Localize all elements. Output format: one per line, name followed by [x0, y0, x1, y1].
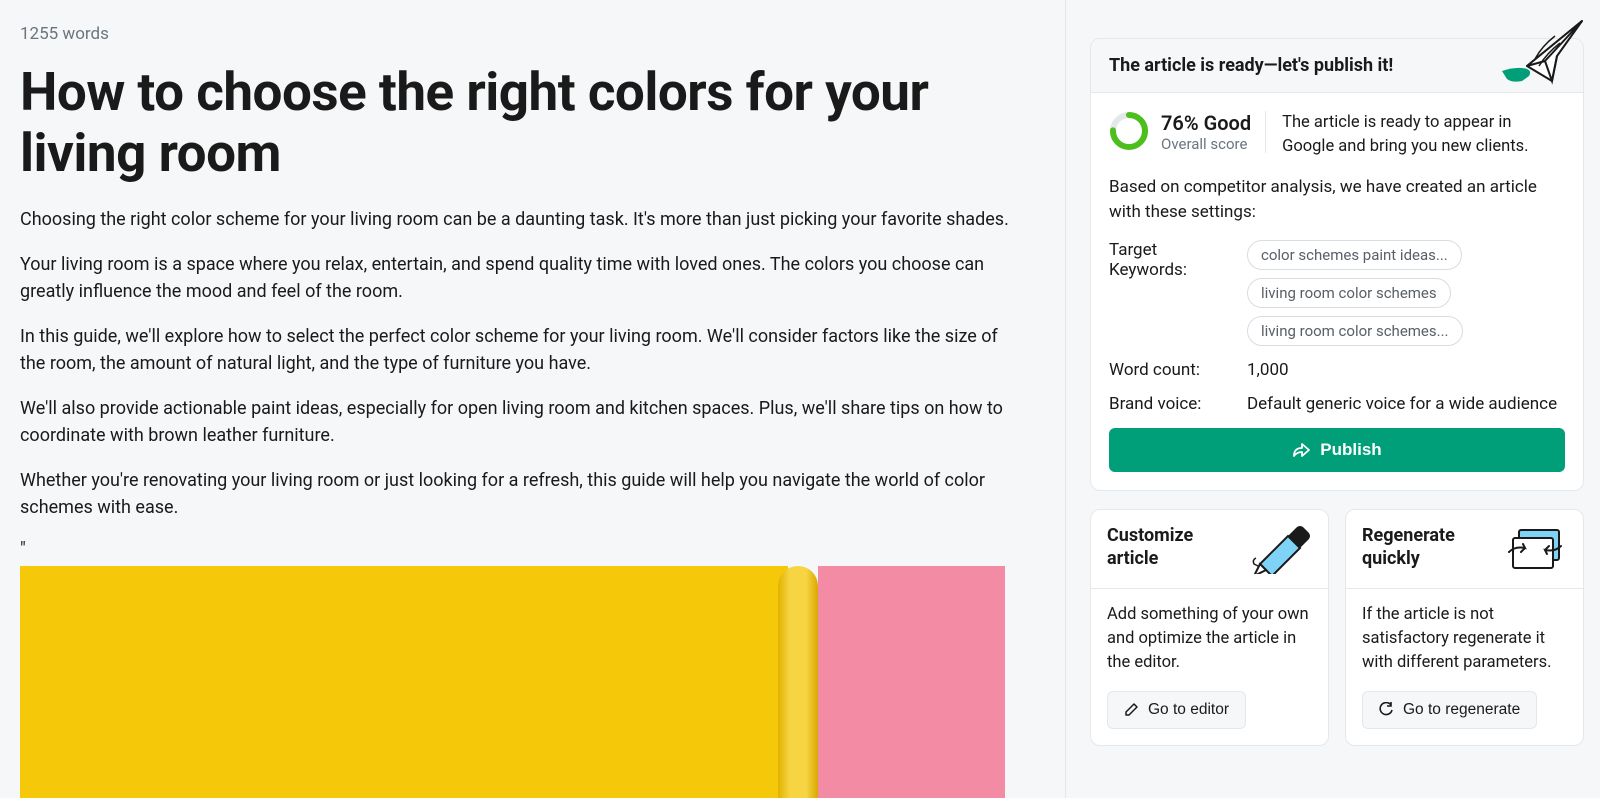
regenerate-card: Regenerate quickly If the article is not… — [1345, 509, 1584, 746]
article-hero-image — [20, 566, 1005, 798]
go-to-editor-button[interactable]: Go to editor — [1107, 691, 1246, 729]
wordcount-value: 1,000 — [1247, 360, 1565, 380]
article-paragraph: Whether you're renovating your living ro… — [20, 467, 1025, 521]
customize-desc: Add something of your own and optimize t… — [1091, 589, 1328, 691]
keyword-pill[interactable]: living room color schemes... — [1247, 316, 1463, 346]
score-sublabel: Overall score — [1161, 135, 1251, 153]
wordcount-row: Word count: 1,000 — [1109, 360, 1565, 380]
publish-button-label: Publish — [1320, 440, 1381, 460]
go-to-regenerate-label: Go to regenerate — [1403, 701, 1520, 719]
quote-mark: " — [20, 539, 1025, 560]
publish-button[interactable]: Publish — [1109, 428, 1565, 472]
article-title: How to choose the right colors for your … — [20, 62, 1025, 184]
customize-card: Customize article Add something of your … — [1090, 509, 1329, 746]
paper-plane-icon — [1497, 11, 1587, 96]
keyword-pill[interactable]: color schemes paint ideas... — [1247, 240, 1462, 270]
brandvoice-value: Default generic voice for a wide audienc… — [1247, 394, 1565, 414]
keywords-label: Target Keywords: — [1109, 240, 1237, 280]
score-description: The article is ready to appear in Google… — [1278, 111, 1565, 159]
score-ring-icon — [1109, 111, 1149, 151]
refresh-icon — [1379, 702, 1394, 717]
share-arrow-icon — [1292, 442, 1310, 458]
regenerate-title: Regenerate quickly — [1362, 524, 1497, 571]
article-paragraph: Choosing the right color scheme for your… — [20, 206, 1025, 233]
go-to-regenerate-button[interactable]: Go to regenerate — [1362, 691, 1537, 729]
go-to-editor-label: Go to editor — [1148, 701, 1229, 719]
sidebar-column: The article is ready—let's publish it! 7… — [1066, 0, 1600, 798]
pencil-icon — [1250, 524, 1312, 574]
article-paragraph: Your living room is a space where you re… — [20, 251, 1025, 305]
refresh-page-icon — [1505, 524, 1567, 574]
keywords-row: Target Keywords: color schemes paint ide… — [1109, 240, 1565, 346]
article-paragraph: In this guide, we'll explore how to sele… — [20, 323, 1025, 377]
brandvoice-row: Brand voice: Default generic voice for a… — [1109, 394, 1565, 414]
regenerate-desc: If the article is not satisfactory regen… — [1346, 589, 1583, 691]
keyword-pill[interactable]: living room color schemes — [1247, 278, 1451, 308]
publish-card: The article is ready—let's publish it! 7… — [1090, 38, 1584, 491]
word-count: 1255 words — [20, 24, 1025, 44]
wordcount-label: Word count: — [1109, 360, 1237, 380]
action-cards-row: Customize article Add something of your … — [1090, 509, 1584, 746]
score-value: 76% Good — [1161, 111, 1251, 135]
edit-icon — [1124, 702, 1139, 717]
keyword-pill-list: color schemes paint ideas... living room… — [1247, 240, 1565, 346]
analysis-intro: Based on competitor analysis, we have cr… — [1109, 175, 1565, 226]
article-preview-column: 1255 words How to choose the right color… — [0, 0, 1066, 798]
article-paragraph: We'll also provide actionable paint idea… — [20, 395, 1025, 449]
score-row: 76% Good Overall score The article is re… — [1109, 111, 1565, 159]
brandvoice-label: Brand voice: — [1109, 394, 1237, 414]
customize-title: Customize article — [1107, 524, 1242, 571]
